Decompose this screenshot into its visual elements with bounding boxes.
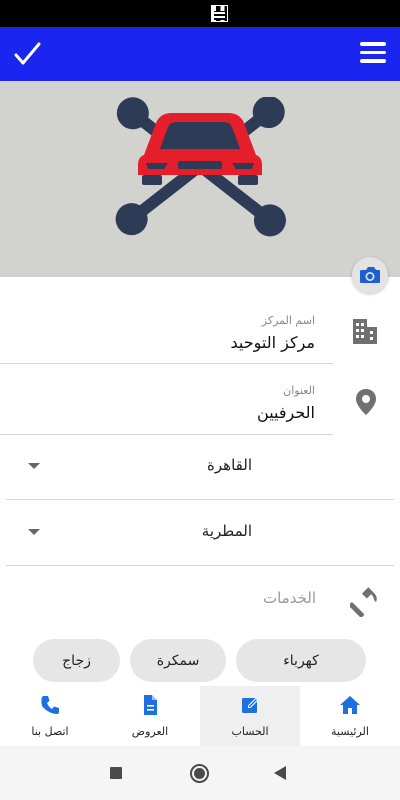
service-chip[interactable]: سمكرة xyxy=(130,639,226,682)
location-pin-icon xyxy=(355,388,377,420)
back-arrow-icon[interactable] xyxy=(274,766,286,780)
services-label: الخدمات xyxy=(262,589,316,607)
nav-account-label: الحساب xyxy=(231,725,269,738)
building-icon xyxy=(350,316,380,350)
center-name-label: اسم المركز xyxy=(261,314,315,327)
city-selected: القاهرة xyxy=(207,456,252,474)
city-dropdown[interactable]: القاهرة xyxy=(6,434,394,500)
service-chip[interactable]: زجاج xyxy=(33,639,120,682)
car-with-crossed-wrenches-logo xyxy=(89,96,311,241)
hamburger-menu-icon[interactable] xyxy=(360,42,386,64)
bottom-navigation: الرئيسية الحساب العروض اتصل بنا xyxy=(0,686,400,746)
camera-icon xyxy=(360,267,380,283)
chevron-down-icon xyxy=(28,463,40,469)
nav-account[interactable]: الحساب xyxy=(200,686,300,746)
district-dropdown[interactable]: المطرية xyxy=(6,500,394,566)
nav-home[interactable]: الرئيسية xyxy=(300,686,400,746)
app-bar xyxy=(0,27,400,81)
phone-icon xyxy=(41,696,59,714)
nav-contact[interactable]: اتصل بنا xyxy=(0,686,100,746)
center-cover-image xyxy=(0,81,400,277)
nav-home-label: الرئيسية xyxy=(331,725,369,738)
nav-offers-label: العروض xyxy=(131,725,169,738)
chevron-down-icon xyxy=(28,529,40,535)
edit-icon xyxy=(242,697,259,713)
home-icon xyxy=(340,696,360,714)
document-icon xyxy=(144,695,157,715)
center-name-field[interactable]: اسم المركز مركز التوحيد xyxy=(0,300,333,364)
service-chip[interactable]: كهرباء xyxy=(236,639,366,682)
change-photo-button[interactable] xyxy=(352,257,388,293)
center-name-value[interactable]: مركز التوحيد xyxy=(0,333,315,352)
status-notification-icon xyxy=(211,5,228,22)
address-label: العنوان xyxy=(283,384,315,397)
home-circle-icon[interactable] xyxy=(190,764,209,783)
hammer-icon xyxy=(348,585,382,621)
nav-offers[interactable]: العروض xyxy=(100,686,200,746)
system-navigation-bar xyxy=(0,746,400,800)
district-selected: المطرية xyxy=(201,522,252,540)
status-bar xyxy=(0,0,400,27)
check-icon[interactable] xyxy=(10,38,44,70)
nav-contact-label: اتصل بنا xyxy=(31,725,69,738)
address-value[interactable]: الحرفيين xyxy=(0,403,315,422)
recent-apps-icon[interactable] xyxy=(110,767,122,779)
address-field[interactable]: العنوان الحرفيين xyxy=(0,368,333,435)
